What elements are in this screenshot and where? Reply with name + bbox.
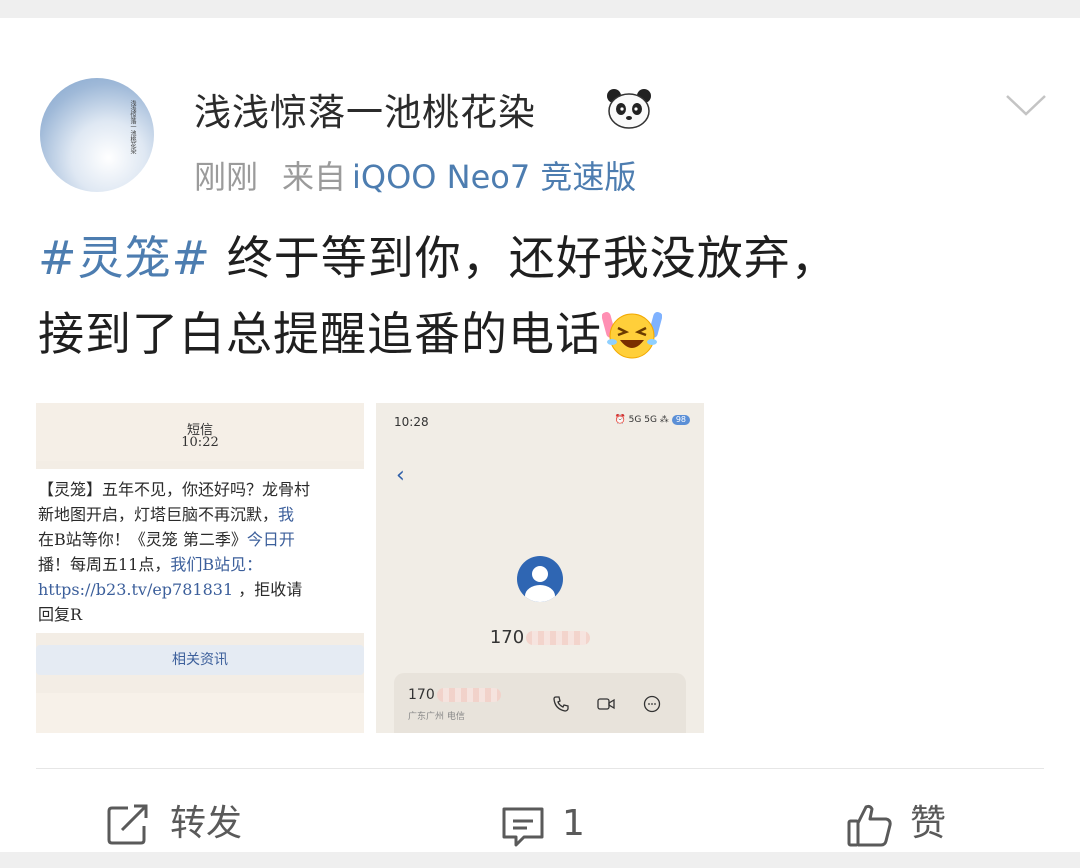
post-text-line2: 接到了白总提醒追番的电话 — [38, 307, 602, 361]
status-bar-icons: ⏰ 5G 5G ⁂ 98 — [615, 415, 690, 425]
avatar-text: 浅浅惊落一池桃花染 — [129, 100, 136, 154]
source-label: 来自 — [282, 158, 347, 196]
image-thumbnail-call[interactable]: 10:28 ⏰ 5G 5G ⁂ 98 ‹ 170 170 广东广州 电信 — [376, 403, 704, 733]
message-icon — [643, 695, 661, 713]
post-text-line1: 终于等到你，还好我没放弃， — [211, 231, 838, 285]
avatar[interactable]: 浅浅惊落一池桃花染 — [40, 78, 154, 192]
username[interactable]: 浅浅惊落一池桃花染 — [194, 82, 536, 136]
sms-related-news-button: 相关资讯 — [36, 645, 364, 675]
like-label: 赞 — [910, 803, 947, 844]
image-thumbnail-sms[interactable]: 短信 10:22 【灵笼】五年不见，你还好吗？龙骨村 新地图开启，灯塔巨脑不再沉… — [36, 403, 364, 733]
post-body: #灵笼# 终于等到你，还好我没放弃， 接到了白总提醒追番的电话 — [38, 220, 1048, 372]
sms-message-bubble: 【灵笼】五年不见，你还好吗？龙骨村 新地图开启，灯塔巨脑不再沉默，我 在B站等你… — [36, 469, 364, 633]
repost-button[interactable]: 转发 — [106, 800, 266, 850]
sms-footer — [36, 693, 364, 733]
thumbs-up-icon — [847, 804, 892, 847]
hashtag-link[interactable]: #灵笼# — [38, 231, 211, 285]
call-record-card: 170 广东广州 电信 — [394, 673, 686, 733]
panda-emoji-icon — [607, 89, 651, 129]
video-call-icon — [597, 698, 615, 710]
redaction-mark — [526, 631, 591, 645]
sms-message-text: 【灵笼】五年不见，你还好吗？龙骨村 新地图开启，灯塔巨脑不再沉默，我 在B站等你… — [38, 480, 311, 624]
repost-label: 转发 — [170, 803, 243, 844]
contact-avatar-icon — [517, 556, 563, 602]
back-arrow-icon: ‹ — [396, 463, 405, 488]
sms-time: 10:22 — [181, 435, 219, 450]
like-button[interactable]: 赞 — [846, 800, 986, 850]
weibo-post-card: 浅浅惊落一池桃花染 浅浅惊落一池桃花染 刚刚 来自 iQOO Neo7 竞速版 #灵… — [0, 18, 1080, 852]
battery-icon: 98 — [671, 415, 690, 425]
post-time: 刚刚 — [194, 158, 259, 196]
comment-count: 1 — [562, 803, 585, 844]
call-record-number: 170 — [408, 687, 501, 703]
chevron-down-icon[interactable] — [1004, 90, 1048, 120]
repost-icon — [107, 804, 148, 845]
call-record-location: 广东广州 电信 — [408, 712, 465, 722]
post-meta: 刚刚 来自 iQOO Neo7 竞速版 — [194, 152, 636, 198]
comment-icon — [502, 807, 544, 847]
divider — [36, 768, 1044, 769]
phone-icon — [553, 696, 569, 712]
laughing-tears-emoji-icon — [602, 312, 662, 359]
redaction-mark — [436, 688, 501, 702]
comment-button[interactable]: 1 — [500, 800, 600, 850]
sms-header: 短信 10:22 — [36, 403, 364, 461]
caller-number: 170 — [376, 627, 704, 648]
status-bar-time: 10:28 — [394, 415, 429, 429]
source-device-link[interactable]: iQOO Neo7 竞速版 — [352, 158, 636, 196]
